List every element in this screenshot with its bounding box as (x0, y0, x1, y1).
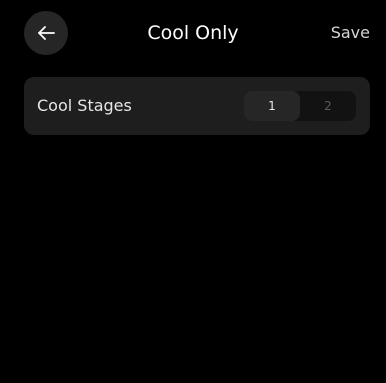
back-button[interactable] (24, 11, 68, 55)
arrow-left-icon (35, 22, 57, 44)
header: Cool Only Save (0, 0, 386, 66)
cool-stages-option-2[interactable]: 2 (300, 91, 356, 121)
save-button[interactable]: Save (331, 20, 370, 46)
cool-stages-label: Cool Stages (37, 96, 132, 115)
cool-stages-segmented-control: 1 2 (244, 91, 356, 121)
cool-stages-row: Cool Stages 1 2 (24, 77, 370, 135)
cool-stages-option-1[interactable]: 1 (244, 91, 300, 121)
